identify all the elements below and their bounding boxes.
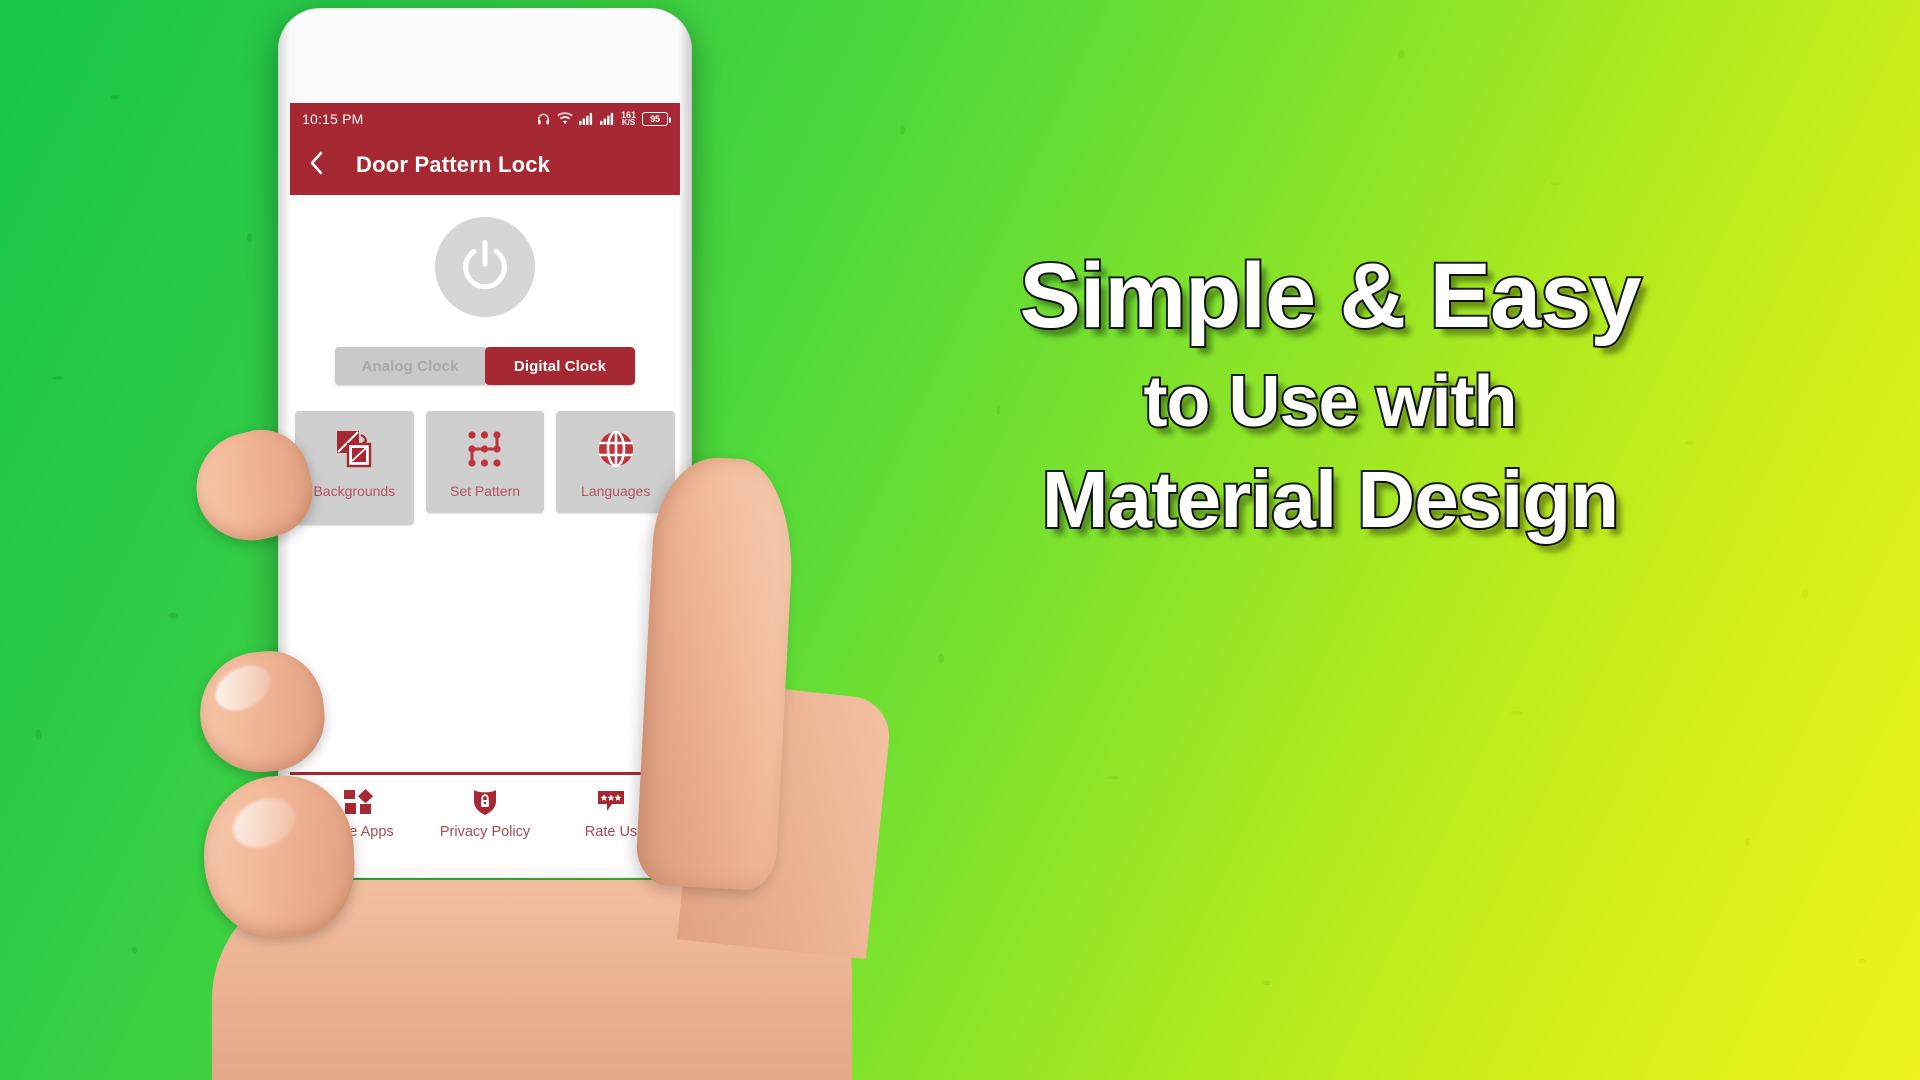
card-backgrounds-label: Backgrounds	[313, 483, 396, 499]
hand-thumb	[634, 454, 798, 892]
battery-level-text: 95	[650, 113, 660, 124]
status-bar-clock: 10:15 PM	[302, 111, 364, 127]
phone-mockup: 10:15 PM 161 K/S 95 Door Pattern Lock An…	[278, 8, 692, 878]
signal-bars-1-icon	[579, 112, 594, 126]
toggle-option-digital-clock[interactable]: Digital Clock	[485, 347, 635, 385]
feature-card-row: Backgrounds Set Pattern Languages	[290, 411, 680, 525]
network-speed-indicator: 161 K/S	[621, 111, 636, 127]
pattern-dots-icon	[463, 425, 507, 473]
power-button-area	[290, 217, 680, 317]
nav-item-privacy-policy[interactable]: Privacy Policy	[422, 787, 548, 841]
battery-icon: 95	[642, 111, 671, 126]
marketing-line-1: Simple & Easy	[1017, 245, 1643, 347]
page-title: Door Pattern Lock	[356, 152, 551, 177]
status-bar-icons: 161 K/S 95	[536, 111, 671, 127]
power-toggle-button[interactable]	[435, 217, 535, 317]
headphones-icon	[536, 112, 551, 126]
images-stack-icon	[332, 425, 376, 473]
nav-item-privacy-policy-label: Privacy Policy	[439, 824, 531, 840]
app-bar: Door Pattern Lock	[290, 135, 680, 195]
nav-item-rate-us-label: Rate Us	[584, 824, 638, 840]
card-set-pattern-label: Set Pattern	[449, 483, 521, 499]
marketing-line-3: Material Design	[1040, 455, 1621, 545]
marketing-copy: Simple & Easy to Use with Material Desig…	[950, 245, 1710, 545]
marketing-line-2: to Use with	[1141, 361, 1519, 442]
apps-grid-icon	[343, 787, 375, 817]
network-speed-unit: K/S	[621, 118, 636, 128]
app-content: Analog Clock Digital Clock Backgrounds S…	[290, 195, 680, 868]
phone-screen: 10:15 PM 161 K/S 95 Door Pattern Lock An…	[290, 103, 680, 868]
signal-bars-2-icon	[600, 112, 615, 126]
card-languages-label: Languages	[581, 483, 651, 499]
toggle-option-analog-clock[interactable]: Analog Clock	[335, 347, 485, 385]
status-bar: 10:15 PM 161 K/S 95	[290, 103, 680, 135]
shield-lock-icon	[471, 787, 499, 817]
card-languages[interactable]: Languages	[556, 411, 676, 513]
card-backgrounds[interactable]: Backgrounds	[295, 411, 414, 525]
chevron-left-icon	[307, 150, 327, 181]
globe-icon	[594, 425, 638, 473]
clock-style-toggle[interactable]: Analog Clock Digital Clock	[335, 347, 635, 385]
wifi-icon	[557, 112, 573, 125]
stars-bubble-icon	[595, 787, 627, 817]
back-button[interactable]	[300, 148, 334, 182]
power-icon	[456, 236, 514, 299]
card-set-pattern[interactable]: Set Pattern	[425, 411, 545, 513]
